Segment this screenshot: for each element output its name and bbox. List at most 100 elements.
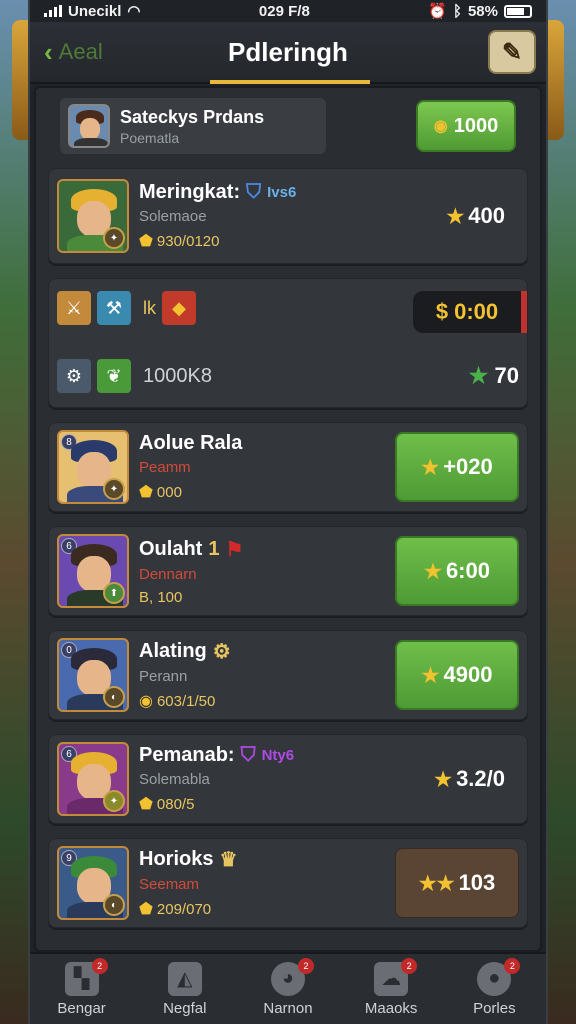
hero-name: Oulaht bbox=[139, 537, 203, 560]
settings-button[interactable]: ✎ bbox=[488, 30, 536, 74]
hero-price-value: 6:00 bbox=[445, 558, 490, 583]
item-card[interactable]: ⚔ ⚒ lk ◆ $ 0:00 ⚙ ❦ 1000K8 ★ 70 bbox=[48, 278, 528, 408]
carrier-text: Unecikl bbox=[68, 2, 122, 20]
hero-class: Peamm bbox=[139, 459, 191, 476]
hero-card[interactable]: 6 ✦ Pemanab: ⛉ Nty6 Solemabla ⬟ 080/5 ★ 3.2/… bbox=[48, 734, 528, 824]
signal-icon bbox=[44, 5, 62, 17]
profile-card[interactable]: Sateckys Prdans Poematla bbox=[60, 98, 326, 154]
hero-price-value: 3.2/0 bbox=[456, 766, 505, 791]
profile-avatar bbox=[68, 104, 110, 148]
roster-list[interactable]: Sateckys Prdans Poematla ◉ 1000 ✦ Mering… bbox=[34, 86, 542, 952]
hero-level-badge: ◐ bbox=[103, 686, 125, 708]
battery-percent: 58% bbox=[467, 2, 498, 20]
profile-sub: Poematla bbox=[120, 129, 180, 146]
gold-amount: 1000 bbox=[453, 114, 499, 137]
star-icon: ★ bbox=[421, 456, 440, 479]
profile-name: Sateckys Prdans bbox=[120, 106, 265, 127]
bluetooth-icon: ᛒ bbox=[452, 2, 462, 20]
flag-icon: ⚑ bbox=[225, 538, 244, 561]
hero-price-button[interactable]: ★ 6:00 bbox=[395, 536, 519, 606]
title-underline bbox=[210, 80, 370, 84]
page-title: Pdleringh bbox=[228, 36, 348, 67]
hero-price[interactable]: ★ 400 bbox=[446, 181, 519, 251]
hero-stat: 080/5 bbox=[156, 795, 195, 813]
timer-value: 0:00 bbox=[454, 299, 499, 324]
hero-level-badge: ◐ bbox=[103, 894, 125, 916]
coin-icon: $ bbox=[435, 299, 449, 324]
hero-price-button[interactable]: ★ +020 bbox=[395, 432, 519, 502]
hero-avatar: 6 ✦ bbox=[57, 742, 129, 816]
hero-name: Horioks bbox=[139, 848, 214, 870]
hero-card[interactable]: 6 ⬆ Oulaht 1 ⚑ Dennarn B, 100 ★ 6:00 bbox=[48, 526, 528, 616]
coin-icon: ⬟ bbox=[139, 484, 153, 501]
nav-label: Negfal bbox=[163, 999, 207, 1017]
nav-porles[interactable]: 2 ● Porles bbox=[446, 957, 542, 1017]
back-button[interactable]: ‹ Aeal bbox=[44, 37, 103, 68]
wing-icon: ◭ bbox=[167, 961, 202, 996]
hammer-icon: ⚒ bbox=[97, 291, 131, 325]
wifi-icon: ◠ bbox=[127, 3, 141, 20]
hero-class: Perann bbox=[139, 668, 188, 685]
coin-icon: ◉ bbox=[433, 118, 448, 135]
nav-maaoks[interactable]: 2 ☁ Maaoks bbox=[343, 957, 439, 1017]
hero-price-value: 4900 bbox=[443, 662, 493, 687]
bottom-nav: 2 ▚ Bengar ◭ Negfal 2 ◕ Narnon 2 ☁ Maaok… bbox=[30, 952, 546, 1024]
notification-badge: 2 bbox=[297, 957, 314, 974]
nav-bengar[interactable]: 2 ▚ Bengar bbox=[34, 957, 130, 1017]
crown-icon: ♛ bbox=[219, 849, 238, 871]
hero-avatar: 8 ✦ bbox=[57, 430, 129, 504]
notification-badge: 2 bbox=[504, 957, 521, 974]
profile-row: Sateckys Prdans Poematla ◉ 1000 bbox=[48, 98, 528, 154]
hero-price[interactable]: ★ 3.2/0 bbox=[434, 744, 519, 814]
hero-avatar: 0 ◐ bbox=[57, 638, 129, 712]
hero-level-badge: ✦ bbox=[103, 227, 125, 249]
nav-negfal[interactable]: ◭ Negfal bbox=[137, 961, 233, 1017]
hero-price-button[interactable]: ★ 4900 bbox=[395, 640, 519, 710]
item-reward: ★ 70 bbox=[469, 363, 519, 389]
alarm-icon: ⏰ bbox=[428, 3, 447, 20]
nav-label: Maaoks bbox=[364, 999, 418, 1017]
star-icon: ★ bbox=[434, 768, 453, 791]
hero-avatar: 6 ⬆ bbox=[57, 534, 129, 608]
coin-icon: ⬟ bbox=[139, 901, 153, 918]
hero-card[interactable]: 8 ✦ Aolue Rala Peamm ⬟ 000 ★ +020 bbox=[48, 422, 528, 512]
hero-price-value: +020 bbox=[443, 454, 493, 479]
hero-stat: 930/0120 bbox=[156, 232, 220, 250]
hero-class: Solemaoe bbox=[139, 208, 207, 225]
hero-price-button[interactable]: ★★ 103 bbox=[395, 848, 519, 918]
hero-class: Solemabla bbox=[139, 771, 210, 788]
hero-price-value: 103 bbox=[458, 870, 496, 895]
star-icon: ★ bbox=[424, 560, 442, 583]
hero-level-badge: ✦ bbox=[103, 478, 125, 500]
wrench-icon: ✎ bbox=[501, 38, 523, 66]
hero-stat: B, 100 bbox=[139, 588, 183, 606]
notification-badge: 2 bbox=[91, 957, 108, 974]
battery-icon bbox=[504, 4, 532, 18]
clock: 029 F/8 bbox=[258, 2, 310, 20]
gold-balance-button[interactable]: ◉ 1000 bbox=[416, 100, 516, 152]
star-icon: ★ bbox=[446, 205, 465, 228]
coin-icon: ◉ bbox=[139, 693, 153, 710]
hero-card[interactable]: 0 ◐ Alating ⚙ Perann ◉ 603/1/50 ★ 4900 bbox=[48, 630, 528, 720]
hero-card[interactable]: ✦ Meringkat: ⛉ Ivs6 Solemaoe ⬟ 930/0120 ★ 40… bbox=[48, 168, 528, 264]
hero-avatar: ✦ bbox=[57, 179, 129, 253]
hero-card[interactable]: 9 ◐ Horioks ♛ Seemam ⬟ 209/070 ★★ 103 bbox=[48, 838, 528, 928]
gem-icon: ◆ bbox=[162, 291, 196, 325]
star-icon: ★ bbox=[421, 664, 440, 687]
chevron-left-icon: ‹ bbox=[44, 36, 53, 67]
coin-icon: ⬟ bbox=[139, 796, 153, 813]
back-label: Aeal bbox=[58, 39, 103, 64]
sword-icon: ⚔ bbox=[57, 291, 91, 325]
nav-narnon[interactable]: 2 ◕ Narnon bbox=[240, 957, 336, 1017]
hero-stat: 209/070 bbox=[156, 900, 212, 918]
star-icon: ★ bbox=[468, 363, 489, 388]
item-timer: $ 0:00 bbox=[413, 291, 527, 333]
item-count: 1000K8 bbox=[143, 364, 212, 387]
hero-tag: Ivs6 bbox=[267, 184, 297, 201]
hero-avatar: 9 ◐ bbox=[57, 846, 129, 920]
nav-label: Bengar bbox=[57, 999, 106, 1017]
coin-icon: ⬟ bbox=[139, 233, 153, 250]
shield-icon: ⛉ bbox=[240, 744, 256, 766]
item-reward-value: 70 bbox=[494, 363, 519, 388]
hero-level-badge: ✦ bbox=[103, 790, 125, 812]
